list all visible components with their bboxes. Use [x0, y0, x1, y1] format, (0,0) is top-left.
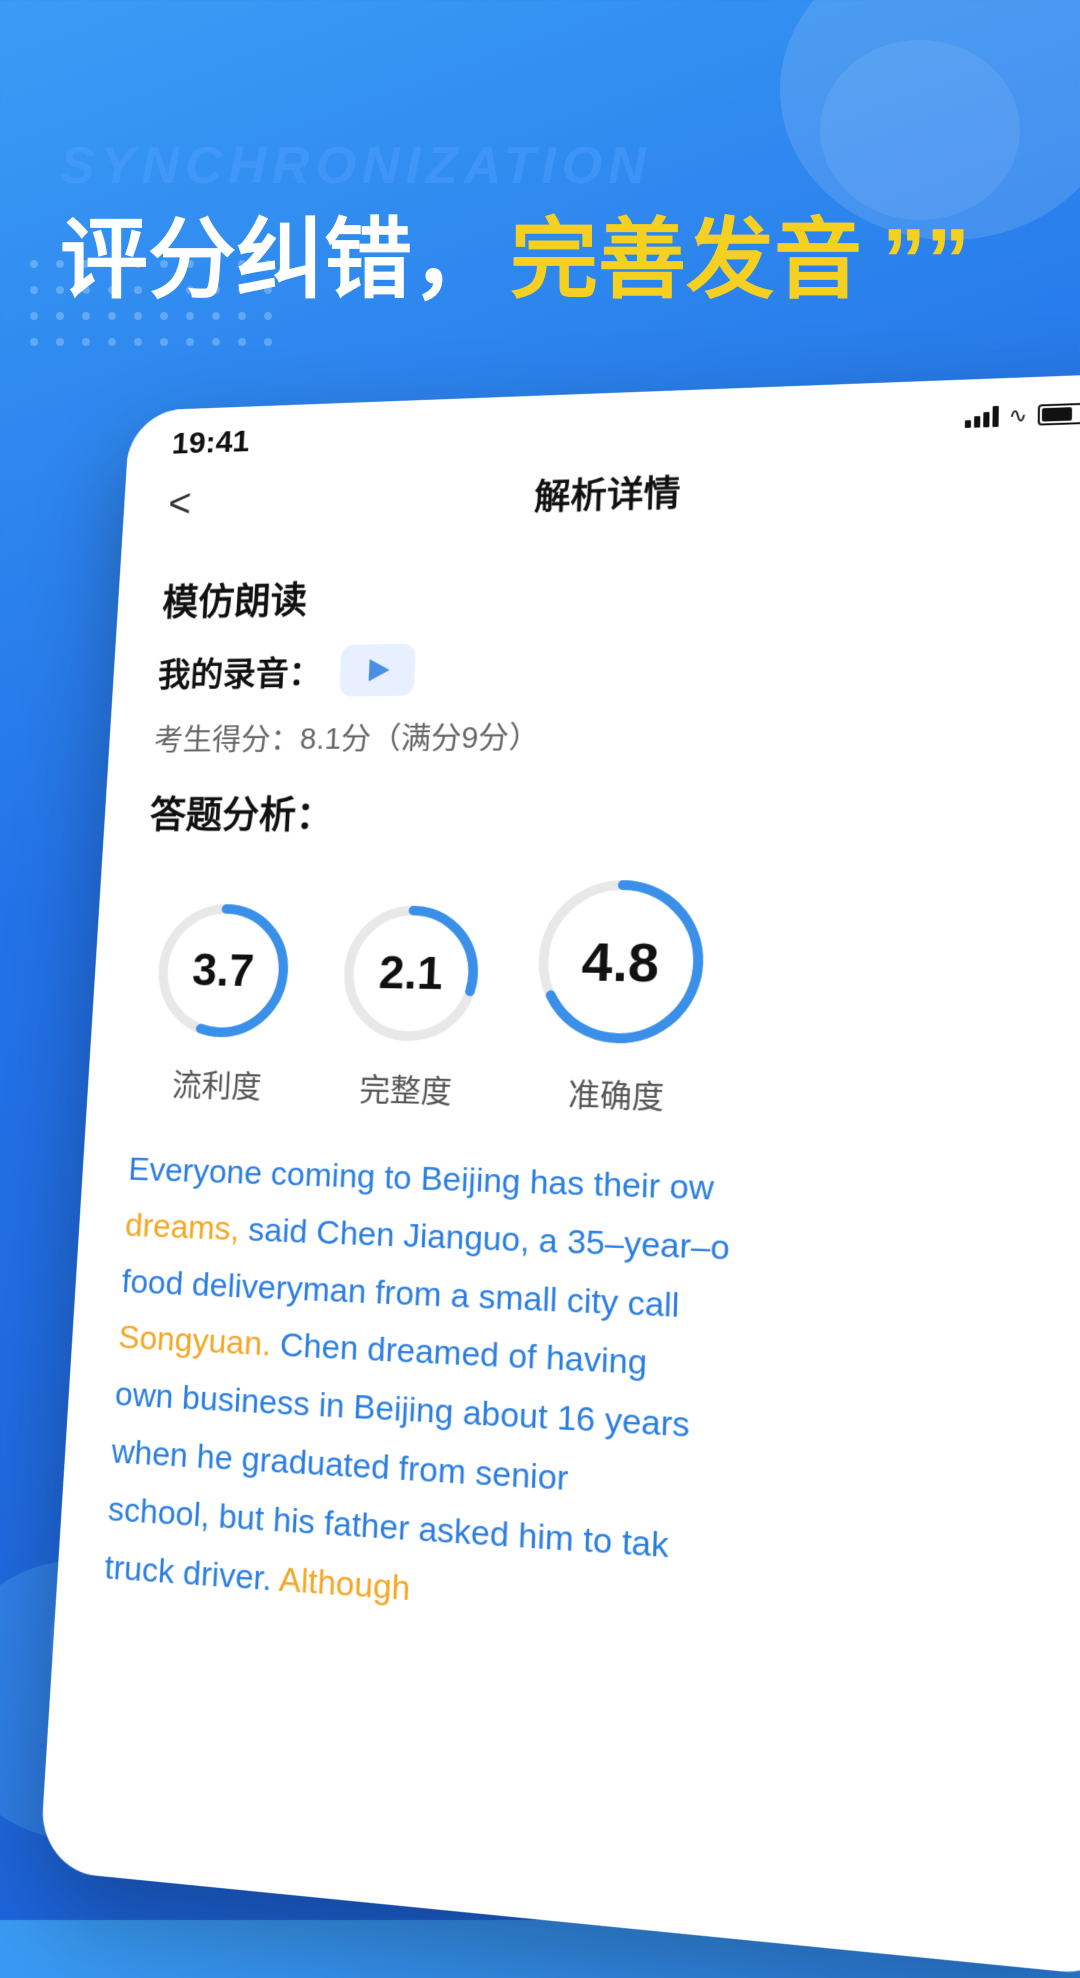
play-icon — [369, 659, 391, 682]
wifi-icon: ∿ — [1008, 402, 1027, 427]
nav-title: 解析详情 — [533, 464, 681, 519]
signal-icon — [964, 405, 998, 427]
accuracy-chart: 4.8 — [523, 868, 717, 1057]
headline-part2: 完善发音 — [510, 212, 862, 309]
passage-chen-dreamed: Chen dreamed of having — [279, 1326, 648, 1382]
header-area: SYNCHRONIZATION 评分纠错， 完善发音 ”” — [60, 140, 1020, 309]
fluency-chart: 3.7 — [145, 894, 301, 1048]
passage-coming: coming to Beijing has their ow — [270, 1155, 714, 1207]
completeness-label: 完整度 — [359, 1065, 453, 1112]
score-row: 考生得分：8.1分（满分9分） — [153, 708, 1080, 759]
completeness-value: 2.1 — [378, 946, 444, 1000]
play-button[interactable] — [339, 644, 416, 697]
passage-graduated: graduated from senior — [241, 1440, 569, 1498]
charts-row: 3.7 流利度 2.1 完整度 — [133, 866, 1080, 1129]
passage-said: said Chen Jianguo, a 35–year–o — [247, 1211, 730, 1267]
passage-food: food deliveryman from a — [121, 1262, 480, 1315]
quote-mark: ”” — [882, 212, 970, 309]
content-area: 模仿朗读 我的录音： 考生得分：8.1分（满分9分） 答题分析： 3.7 流利度 — [54, 522, 1080, 1705]
analysis-title: 答题分析： — [148, 782, 1080, 840]
section-title: 模仿朗读 — [161, 553, 1080, 626]
completeness-chart-item: 2.1 完整度 — [328, 896, 491, 1114]
passage-songyuan: Songyuan. — [117, 1319, 281, 1364]
phone-mockup: 19:41 ∿ < 解析详情 模仿朗读 我的录音： 考生得分：8. — [39, 373, 1080, 1978]
passage-truck: truck driver. — [104, 1548, 280, 1599]
recording-row: 我的录音： — [157, 633, 1080, 698]
accuracy-label: 准确度 — [567, 1070, 664, 1118]
headline: 评分纠错， 完善发音 ”” — [60, 212, 1020, 309]
passage-although: Although — [278, 1560, 411, 1608]
passage-small-city: small city call — [478, 1277, 680, 1324]
recording-label: 我的录音： — [157, 647, 323, 697]
fluency-chart-item: 3.7 流利度 — [142, 894, 301, 1108]
fluency-value: 3.7 — [191, 944, 255, 997]
text-passage: Everyone coming to Beijing has their ow … — [103, 1142, 1078, 1668]
completeness-chart: 2.1 — [331, 896, 491, 1053]
passage-when-he: when he — [111, 1433, 243, 1479]
back-button[interactable]: < — [167, 481, 193, 526]
accuracy-chart-item: 4.8 准确度 — [521, 868, 718, 1119]
battery-icon — [1038, 402, 1080, 425]
accuracy-value: 4.8 — [581, 929, 660, 994]
passage-own-business: own business in Beijing about 16 years — [114, 1376, 690, 1446]
passage-everyone: Everyone — [128, 1151, 272, 1193]
fluency-label: 流利度 — [171, 1061, 263, 1107]
sync-text: SYNCHRONIZATION — [60, 140, 1020, 192]
status-time: 19:41 — [171, 424, 250, 461]
status-icons: ∿ — [964, 401, 1080, 430]
headline-part1: 评分纠错， — [60, 212, 500, 309]
passage-dreams: dreams, — [124, 1206, 249, 1248]
